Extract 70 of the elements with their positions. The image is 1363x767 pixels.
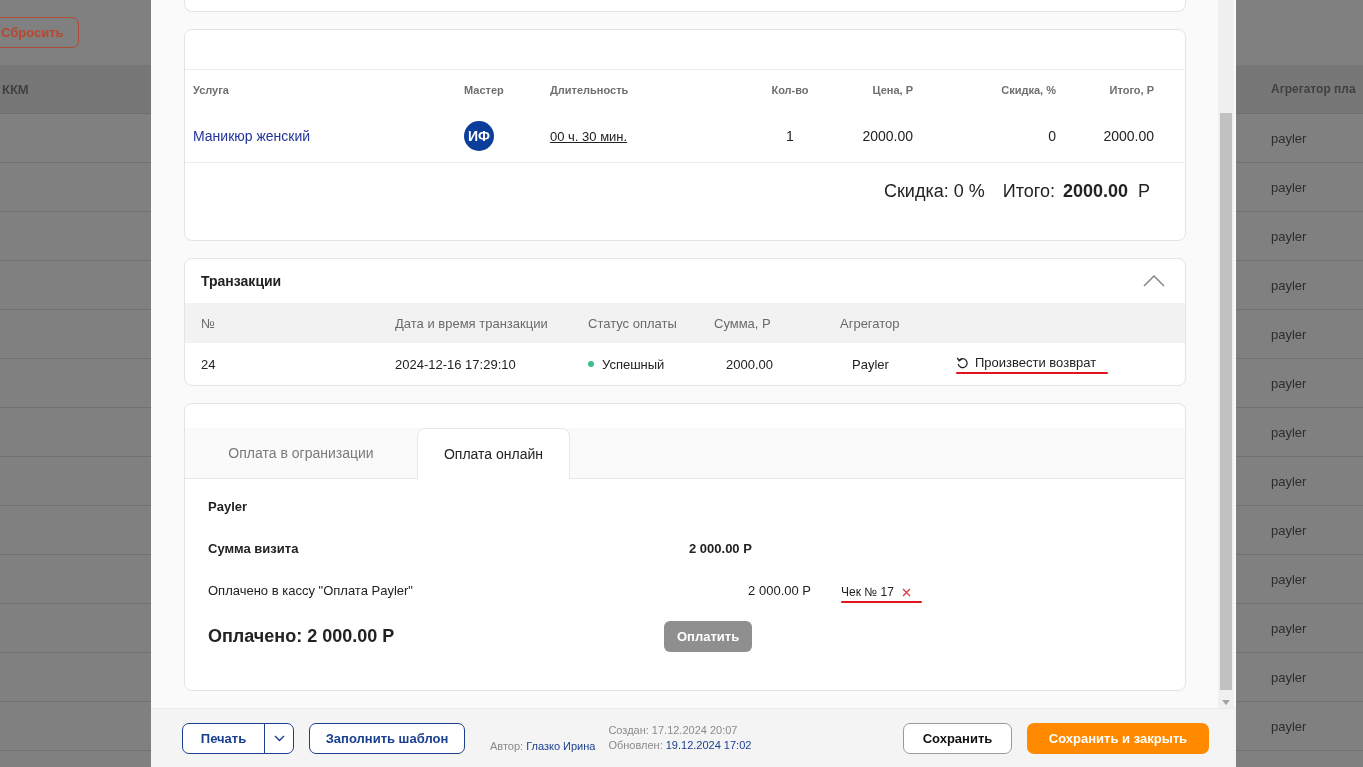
paid-line-amount: 2 000.00 Р: [747, 583, 811, 598]
status-text: Успешный: [602, 356, 665, 372]
discount-total: Скидка: 0 %: [884, 181, 985, 202]
refund-link[interactable]: Произвести возврат: [956, 354, 1097, 370]
author-label: Автор:: [490, 740, 524, 752]
master-avatar: ИФ: [464, 121, 494, 151]
table-cell-text: 0: [1047, 128, 1056, 144]
column-header: Скидка, %: [1000, 84, 1056, 96]
currency-label: Р: [1138, 181, 1150, 202]
caret-icon: [273, 734, 285, 742]
table-cell: payler: [1271, 522, 1307, 538]
remove-icon[interactable]: [901, 587, 911, 597]
table-cell: payler: [1271, 473, 1307, 489]
table-cell: payler: [1271, 669, 1307, 685]
table-cell-text: 2000.00: [725, 356, 774, 372]
scroll-down-icon[interactable]: [1222, 700, 1230, 705]
created-label: Создан:: [608, 724, 649, 736]
column-header: Длительность: [550, 84, 630, 96]
created-date: 17.12.2024 20:07: [651, 724, 738, 736]
table-cell: payler: [1271, 571, 1307, 587]
paid-line-label: Оплачено в кассу "Оплата Payler": [208, 583, 414, 598]
column-header: Сумма, Р: [714, 315, 772, 331]
table-cell-text: Payler: [851, 356, 890, 372]
section-title: Транзакции: [201, 273, 282, 289]
total-label: Итого:: [1002, 181, 1055, 202]
updated-date: 19.12.2024 17:02: [665, 739, 752, 751]
table-cell-text: 24: [201, 356, 217, 372]
column-header: Агрегатор: [840, 315, 901, 331]
column-header: Цена, Р: [871, 84, 913, 96]
author-name: Глазко Ирина: [526, 740, 596, 752]
payment-tab[interactable]: Оплата онлайн: [417, 428, 570, 479]
table-cell-text: 2000.00: [861, 128, 913, 144]
table-cell-text: 2024-12-16 17:29:10: [395, 356, 517, 372]
payment-tab[interactable]: Оплата в огранизации: [185, 428, 417, 478]
collapse-chevron-icon[interactable]: [1143, 275, 1165, 287]
table-cell: payler: [1271, 424, 1307, 440]
visit-sum-label: Сумма визита: [208, 541, 300, 556]
undo-icon: [956, 355, 969, 369]
receipt-link[interactable]: Чек № 17: [841, 585, 894, 599]
service-link[interactable]: Маникюр женский: [193, 128, 464, 144]
table-cell: payler: [1271, 718, 1307, 734]
table-cell: payler: [1271, 277, 1307, 293]
scrollbar-thumb[interactable]: [1220, 113, 1232, 690]
template-button[interactable]: Заполнить шаблон: [309, 722, 465, 754]
duration-link[interactable]: 00 ч. 30 мин.: [550, 128, 740, 144]
column-header: Агрегатор пла: [1271, 82, 1356, 96]
table-cell: payler: [1271, 375, 1307, 391]
column-header: Статус оплаты: [588, 315, 678, 331]
column-header: №: [201, 315, 216, 331]
column-header: Услуга: [193, 84, 230, 96]
paid-total: Оплачено: 2 000.00 Р: [208, 626, 396, 647]
save-button[interactable]: Сохранить: [903, 722, 1012, 754]
table-cell-text: 2000.00: [1102, 128, 1154, 144]
table-cell-text: 1: [785, 128, 795, 144]
column-header: Мастер: [464, 84, 505, 96]
table-cell: payler: [1271, 228, 1307, 244]
column-header: Итого, Р: [1108, 84, 1154, 96]
column-header: Кол-во: [770, 84, 810, 96]
column-header: Дата и время транзакции: [395, 315, 549, 331]
updated-label: Обновлен:: [608, 739, 663, 751]
dropdown-button[interactable]: [264, 722, 294, 754]
provider-label: Payler: [208, 499, 249, 514]
print-button[interactable]: Печать: [182, 722, 265, 754]
table-cell: payler: [1271, 326, 1307, 342]
table-cell: payler: [1271, 620, 1307, 636]
table-cell: payler: [1271, 130, 1307, 146]
scrollbar[interactable]: [1218, 0, 1234, 708]
table-cell: payler: [1271, 179, 1307, 195]
total-value: 2000.00: [1062, 181, 1128, 202]
visit-sum-value: 2 000.00 Р: [689, 541, 753, 556]
